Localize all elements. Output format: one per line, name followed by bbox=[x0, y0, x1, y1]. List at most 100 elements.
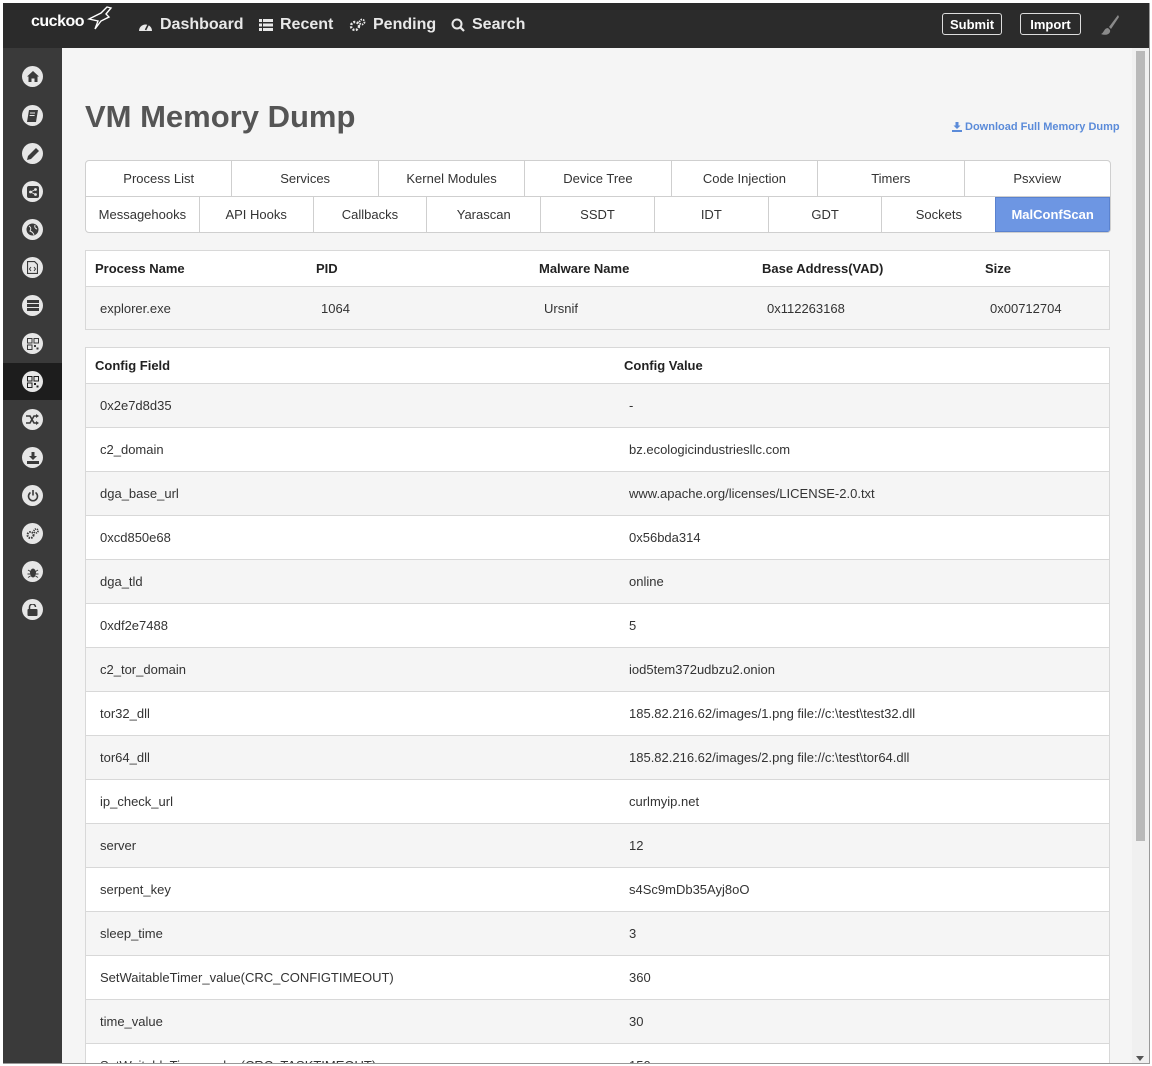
config-field-cell: ip_check_url bbox=[85, 779, 615, 824]
sidebar-item-static[interactable] bbox=[3, 135, 62, 172]
tab-device-tree[interactable]: Device Tree bbox=[524, 161, 670, 196]
sidebar-cogs-icon bbox=[26, 527, 39, 539]
config-field-cell: SetWaitableTimer_value(CRC_CONFIGTIMEOUT… bbox=[85, 955, 615, 1000]
table-row: serpent_key s4Sc9mDb35Ayj8oO bbox=[85, 867, 1110, 912]
search-icon bbox=[451, 18, 465, 32]
config-value-cell: 185.82.216.62/images/1.png file://c:\tes… bbox=[615, 691, 1110, 736]
tab-api-hooks[interactable]: API Hooks bbox=[198, 197, 313, 232]
nav-dashboard[interactable]: Dashboard bbox=[138, 16, 244, 34]
table-row: c2_domain bz.ecologicindustriesllc.com bbox=[85, 427, 1110, 472]
sidebar-item-extracted[interactable] bbox=[3, 173, 62, 210]
sidebar-item-memory-analysis[interactable] bbox=[3, 325, 62, 362]
tab-malconfscan[interactable]: MalConfScan bbox=[995, 197, 1110, 232]
scroll-down-arrow-icon[interactable] bbox=[1136, 1056, 1144, 1061]
vertical-scrollbar[interactable] bbox=[1132, 48, 1149, 1063]
import-button[interactable]: Import bbox=[1020, 13, 1081, 35]
share-icon bbox=[26, 185, 39, 198]
tab-code-injection[interactable]: Code Injection bbox=[670, 161, 817, 196]
table-row: dga_tld online bbox=[85, 559, 1110, 604]
sidebar-item-network[interactable] bbox=[3, 211, 62, 248]
top-navbar: cuckoo Dashboard Recent Pending Search S… bbox=[3, 3, 1149, 48]
table-row: dga_base_url www.apache.org/licenses/LICE… bbox=[85, 471, 1110, 516]
config-field-cell: time_value bbox=[85, 999, 615, 1044]
memory-tabs: Process List Services Kernel Modules Device… bbox=[85, 160, 1111, 233]
config-value-cell: 5 bbox=[615, 603, 1110, 648]
table-row: tor32_dll 185.82.216.62/images/1.png file… bbox=[85, 691, 1110, 736]
tab-yarascan[interactable]: Yarascan bbox=[426, 197, 540, 232]
config-column-header: Config Value bbox=[615, 347, 1110, 384]
sidebar-item-export[interactable] bbox=[3, 439, 62, 476]
config-value-cell: 185.82.216.62/images/2.png file://c:\tes… bbox=[615, 735, 1110, 780]
sidebar-item-procmemory[interactable] bbox=[3, 287, 62, 324]
nav-search-label: Search bbox=[472, 16, 526, 33]
process-column-header: Malware Name bbox=[530, 250, 753, 287]
tab-sockets[interactable]: Sockets bbox=[881, 197, 995, 232]
nav-dashboard-label: Dashboard bbox=[160, 16, 244, 33]
sidebar-item-summary[interactable] bbox=[3, 97, 62, 134]
paint-brush-icon[interactable] bbox=[1100, 14, 1120, 36]
process-cell: 0x112263168 bbox=[753, 286, 976, 330]
config-column-header: Config Field bbox=[85, 347, 615, 384]
tab-idt[interactable]: IDT bbox=[653, 197, 768, 232]
process-column-header: Size bbox=[976, 250, 1110, 287]
config-field-cell: c2_tor_domain bbox=[85, 647, 615, 692]
tab-callbacks[interactable]: Callbacks bbox=[312, 197, 427, 232]
config-field-cell: sleep_time bbox=[85, 911, 615, 956]
table-row: sleep_time 3 bbox=[85, 911, 1110, 956]
sidebar bbox=[3, 48, 62, 1063]
nav-recent[interactable]: Recent bbox=[259, 16, 333, 34]
sidebar-item-vm-memory-dump[interactable] bbox=[3, 363, 62, 400]
qrcode-icon bbox=[26, 337, 39, 350]
download-icon bbox=[952, 122, 962, 132]
sidebar-item-home[interactable] bbox=[3, 58, 62, 95]
nav-pending-label: Pending bbox=[373, 16, 437, 33]
list-icon bbox=[259, 19, 273, 31]
config-field-cell: dga_base_url bbox=[85, 471, 615, 516]
nav-pending[interactable]: Pending bbox=[349, 16, 436, 34]
submit-button[interactable]: Submit bbox=[942, 13, 1002, 35]
sidebar-item-dropped[interactable] bbox=[3, 249, 62, 286]
table-row: ip_check_url curlmyip.net bbox=[85, 779, 1110, 824]
config-value-cell: s4Sc9mDb35Ayj8oO bbox=[615, 867, 1110, 912]
cogs-icon bbox=[349, 18, 366, 32]
nav-search[interactable]: Search bbox=[451, 16, 525, 34]
table-row: SetWaitableTimer_value(CRC_TASKTIMEOUT)1… bbox=[85, 1043, 1110, 1063]
tab-timers[interactable]: Timers bbox=[817, 161, 963, 196]
tab-gdt[interactable]: GDT bbox=[767, 197, 882, 232]
tab-ssdt[interactable]: SSDT bbox=[540, 197, 654, 232]
sidebar-item-options[interactable] bbox=[3, 515, 62, 552]
globe-icon bbox=[26, 223, 39, 236]
config-value-cell: 150 bbox=[615, 1043, 1110, 1063]
process-table-header: Process Name PID Malware Name Base Address(… bbox=[85, 250, 1110, 287]
download-full-memory-dump-link[interactable]: Download Full Memory Dump bbox=[952, 121, 1120, 133]
power-icon bbox=[27, 489, 38, 501]
table-row: 0xcd850e68 0x56bda314 bbox=[85, 515, 1110, 560]
file-code-icon bbox=[27, 261, 38, 274]
bug-icon bbox=[27, 568, 38, 578]
tab-process-list[interactable]: Process List bbox=[86, 161, 231, 196]
tab-services[interactable]: Services bbox=[231, 161, 377, 196]
config-value-cell: online bbox=[615, 559, 1110, 604]
config-value-cell: 3 bbox=[615, 911, 1110, 956]
process-cell: 1064 bbox=[307, 286, 530, 330]
scrollbar-thumb[interactable] bbox=[1136, 51, 1145, 841]
tab-messagehooks[interactable]: Messagehooks bbox=[86, 197, 199, 232]
process-cell: explorer.exe bbox=[85, 286, 307, 330]
config-value-cell: bz.ecologicindustriesllc.com bbox=[615, 427, 1110, 472]
sidebar-item-misp[interactable] bbox=[3, 553, 62, 590]
sidebar-item-compare[interactable] bbox=[3, 401, 62, 438]
tab-kernel-modules[interactable]: Kernel Modules bbox=[377, 161, 524, 196]
nav-recent-label: Recent bbox=[280, 16, 334, 33]
process-column-header: Process Name bbox=[85, 250, 307, 287]
tab-psxview[interactable]: Psxview bbox=[963, 161, 1110, 196]
config-value-cell: - bbox=[615, 383, 1110, 428]
cuckoo-logo[interactable]: cuckoo bbox=[31, 6, 113, 31]
process-table: Process Name PID Malware Name Base Address(… bbox=[85, 250, 1110, 330]
browser-window: cuckoo Dashboard Recent Pending Search S… bbox=[3, 3, 1150, 1064]
book-icon bbox=[27, 109, 38, 122]
sidebar-item-unlock[interactable] bbox=[3, 591, 62, 628]
qrcode-active-icon bbox=[26, 375, 39, 388]
table-row: time_value 30 bbox=[85, 999, 1110, 1044]
sidebar-item-reboot[interactable] bbox=[3, 477, 62, 514]
cuckoo-bird-icon bbox=[87, 6, 113, 30]
